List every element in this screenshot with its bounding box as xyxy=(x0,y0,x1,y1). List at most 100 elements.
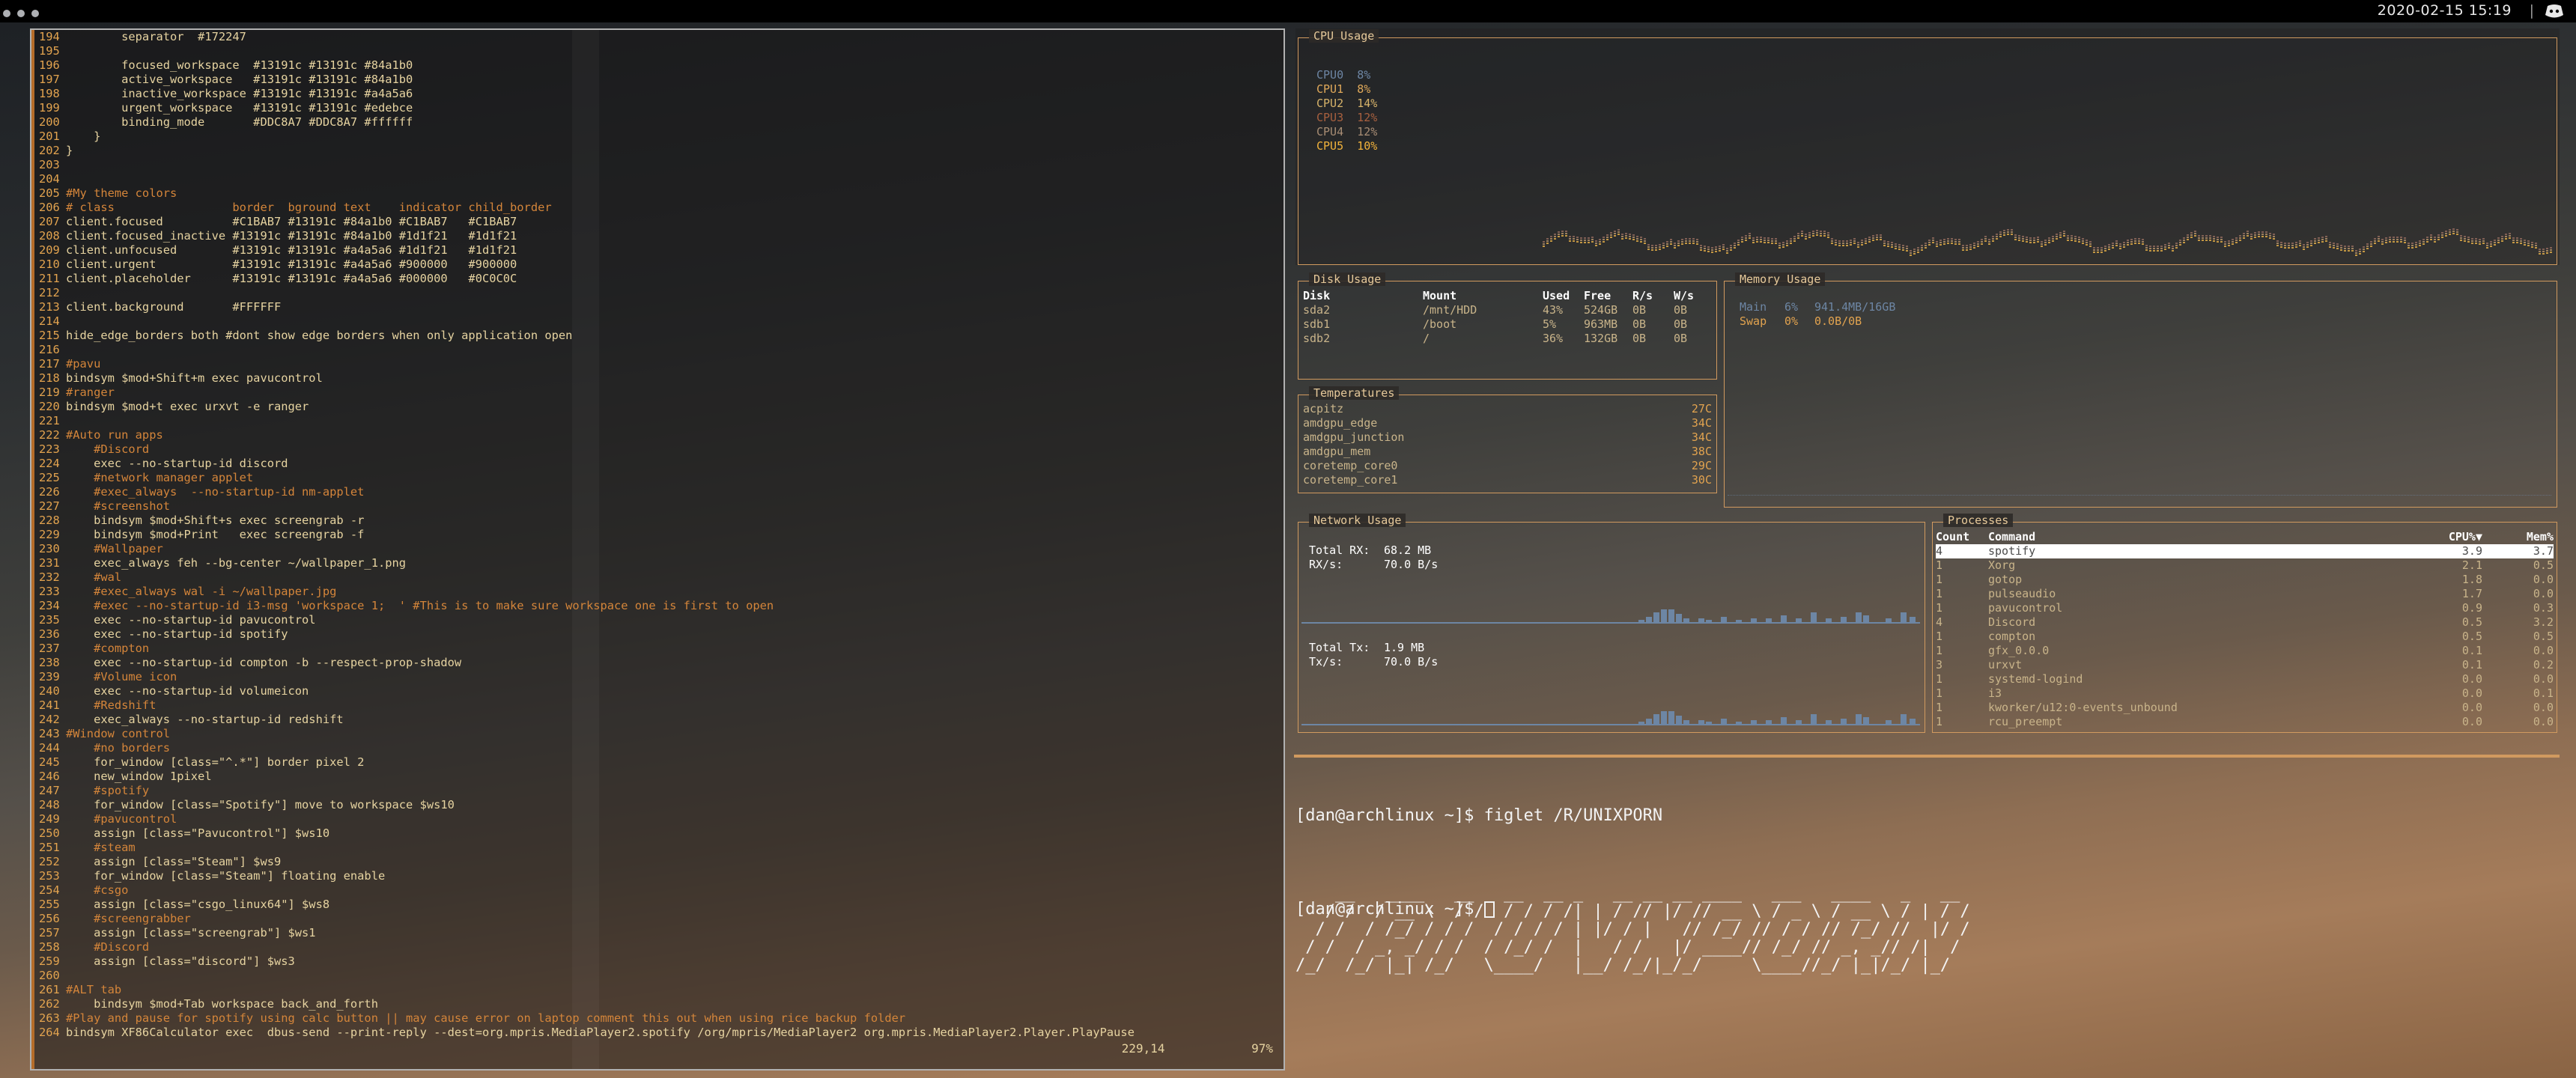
shell-prompt-line-2[interactable]: [dan@archlinux ~]$ xyxy=(1295,900,1495,919)
line-text: exec_always feh --bg-center ~/wallpaper_… xyxy=(66,556,407,570)
code-line: 247 #spotify xyxy=(39,784,1134,798)
cpu-graph-point xyxy=(2247,235,2249,237)
cpu-graph-point xyxy=(2209,235,2211,237)
cpu-graph-point xyxy=(1707,246,1710,248)
mem-main-label: Main xyxy=(1740,300,1767,314)
temp-value: 34C xyxy=(1691,430,1712,444)
cpu-graph-point xyxy=(2535,247,2537,249)
code-line: 262 bindsym $mod+Tab workspace back_and_… xyxy=(39,997,1134,1011)
tx-graph-bar xyxy=(1653,714,1659,725)
cpu-graph-point xyxy=(1756,241,1758,243)
cpu-graph-point xyxy=(2037,237,2039,238)
cpu-graph-point xyxy=(2018,237,2020,239)
cpu-graph-point xyxy=(2471,243,2473,244)
code-line: 211 client.placeholder #13191c #13191c #a… xyxy=(39,272,1134,286)
line-text: #screengrabber xyxy=(66,912,191,925)
cpu-graph-point xyxy=(2501,238,2503,240)
cpu-graph-point xyxy=(1827,237,1829,238)
code-lines[interactable]: 194 separator #172247 195 196 focused_work… xyxy=(39,30,1134,1040)
code-line: 255 assign [class="csgo_linux64"] $ws8 xyxy=(39,898,1134,912)
cpu-graph-point xyxy=(2434,239,2436,240)
process-cell: 0.0 xyxy=(2461,686,2482,700)
process-cell: 0.0 xyxy=(2461,672,2482,686)
cpu-graph-point xyxy=(1651,245,1653,246)
process-cell: 0.0 xyxy=(2533,672,2554,686)
cpu-graph-point xyxy=(1910,255,1912,256)
cpu-graph-point xyxy=(2467,237,2470,238)
process-header-cell[interactable]: Mem% xyxy=(2482,530,2554,544)
cpu-graph-point xyxy=(1573,240,1575,242)
cpu-graph-point xyxy=(1872,235,1874,237)
cpu-graph-point xyxy=(1625,237,1627,239)
cpu-graph-point xyxy=(2235,242,2238,243)
cpu-graph-point xyxy=(2370,246,2372,247)
cpu-graph-point xyxy=(2408,247,2410,249)
vim-editor-window[interactable]: 194 separator #172247 195 196 focused_work… xyxy=(30,28,1285,1071)
cpu-graph-point xyxy=(2490,243,2492,245)
line-number: 241 xyxy=(39,698,60,712)
process-row[interactable]: 1 kworker/u12:0-events_unbound 0.0 0.0 xyxy=(1936,701,2554,715)
disk-header-cell: Mount xyxy=(1423,289,1457,302)
shell-terminal[interactable]: [dan@archlinux ~]$ figlet /R/UNIXPORN __… xyxy=(1295,756,2569,975)
code-line: 238 exec --no-startup-id compton -b --re… xyxy=(39,656,1134,670)
line-number: 263 xyxy=(39,1011,60,1025)
code-line: 253 for_window [class="Steam"] floating … xyxy=(39,869,1134,883)
cpu-graph-point xyxy=(1835,240,1837,241)
cpu-graph-point xyxy=(2261,234,2264,235)
process-row[interactable]: 1 systemd-logind 0.0 0.0 xyxy=(1936,672,2554,686)
cpu-graph-point xyxy=(2232,243,2234,245)
cpu-graph-point xyxy=(2074,240,2077,242)
process-row[interactable]: 1 gotop 1.8 0.0 xyxy=(1936,573,2554,587)
process-cell: 3.7 xyxy=(2533,544,2554,558)
process-row[interactable]: 1 rcu_preempt 0.0 0.0 xyxy=(1936,715,2554,729)
cpu-graph-point xyxy=(1647,249,1650,250)
process-header-cell[interactable]: Command xyxy=(1988,530,2303,544)
temp-row: coretemp_core1 30C xyxy=(1303,473,1712,487)
disk-table-header: Disk Mount Used Free R/s W/s xyxy=(1303,289,1711,303)
process-header-cell[interactable]: Count xyxy=(1936,530,1988,544)
process-table[interactable]: Count Command CPU%▼ Mem% 4 spotify 3.9 3.7 1 Xorg… xyxy=(1936,530,2554,729)
process-cell: 0.0 xyxy=(2461,715,2482,728)
cpu-graph-point xyxy=(2535,243,2537,244)
cpu-graph-point xyxy=(2056,238,2058,240)
process-row[interactable]: 1 Xorg 2.1 0.5 xyxy=(1936,558,2554,573)
process-header-cell[interactable]: CPU%▼ xyxy=(2303,530,2482,544)
cpu-graph-point xyxy=(2516,240,2518,241)
cpu-graph-point xyxy=(1865,240,1867,242)
process-row[interactable]: 3 urxvt 0.1 0.2 xyxy=(1936,658,2554,672)
process-row[interactable]: 1 compton 0.5 0.5 xyxy=(1936,630,2554,644)
cpu-graph-point xyxy=(1973,243,1975,244)
cpu-core-value: 12% xyxy=(1357,111,1378,124)
process-row[interactable]: 1 gfx_0.0.0 0.1 0.0 xyxy=(1936,644,2554,658)
process-row[interactable]: 1 pavucontrol 0.9 0.3 xyxy=(1936,601,2554,615)
discord-tray-icon[interactable] xyxy=(2545,4,2564,19)
workspace-dot[interactable] xyxy=(17,10,25,17)
process-row[interactable]: 4 spotify 3.9 3.7 xyxy=(1936,544,2554,558)
process-cell: 0.5 xyxy=(2533,558,2554,572)
process-row[interactable]: 1 pulseaudio 1.7 0.0 xyxy=(1936,587,2554,601)
cpu-graph-point xyxy=(1741,241,1743,243)
temp-sensor: amdgpu_mem xyxy=(1303,445,1371,458)
workspace-dot[interactable] xyxy=(31,10,39,17)
cpu-graph-point xyxy=(2310,245,2312,246)
cpu-graph-point xyxy=(1958,241,1960,243)
workspace-dot[interactable] xyxy=(3,10,10,17)
cpu-graph-point xyxy=(1629,238,1631,240)
cpu-graph-point xyxy=(1614,233,1616,234)
cpu-graph-point xyxy=(1999,236,2002,237)
workspace-indicators[interactable] xyxy=(3,6,46,20)
cpu-graph-point xyxy=(1764,240,1766,241)
cpu-graph-point xyxy=(1947,243,1949,244)
cpu-graph-point xyxy=(2276,243,2279,244)
cpu-graph-point xyxy=(1561,235,1564,237)
cpu-graph-point xyxy=(1988,239,1990,240)
cpu-graph-point xyxy=(1625,233,1627,234)
cpu-graph-point xyxy=(2175,245,2178,246)
process-row[interactable]: 1 i3 0.0 0.1 xyxy=(1936,686,2554,701)
cpu-graph-point xyxy=(2419,245,2421,246)
process-row[interactable]: 4 Discord 0.5 3.2 xyxy=(1936,615,2554,630)
cpu-graph-point xyxy=(2393,239,2395,240)
cpu-graph-point xyxy=(1760,237,1762,238)
rx-graph xyxy=(1301,609,1920,624)
cpu-core-spacer xyxy=(1343,139,1357,153)
